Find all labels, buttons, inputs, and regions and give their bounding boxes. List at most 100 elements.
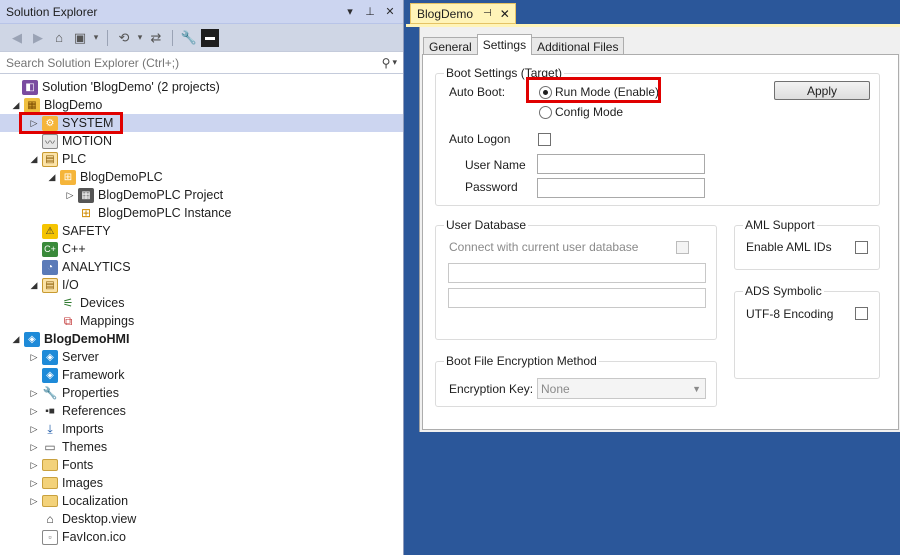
run-mode-label[interactable]: Run Mode (Enable) — [555, 85, 659, 99]
tree-item-label: Localization — [62, 494, 129, 508]
tree-item-label: Images — [62, 476, 103, 490]
tree-item-solution[interactable]: ◧ Solution 'BlogDemo' (2 projects) — [0, 78, 403, 96]
wrench-icon: 🔧 — [42, 386, 58, 400]
tree-item-properties[interactable]: ▷ 🔧 Properties — [0, 384, 403, 402]
tree-item-blogdemoplc[interactable]: ◢ ⊞ BlogDemoPLC — [0, 168, 403, 186]
tree-item-imports[interactable]: ▷ ⤓ Imports — [0, 420, 403, 438]
tree-item-label: SAFETY — [62, 224, 111, 238]
user-name-field[interactable] — [537, 154, 705, 174]
collapse-arrow-icon[interactable]: ◢ — [28, 280, 40, 291]
collapse-arrow-icon[interactable]: ◢ — [10, 100, 22, 111]
project-settings-page: General Settings Additional Files Boot S… — [419, 27, 900, 432]
tree-item-desktop-view[interactable]: ⌂ Desktop.view — [0, 510, 403, 528]
search-icon[interactable]: ⚲ — [382, 56, 391, 70]
group-title: Boot File Encryption Method — [444, 354, 599, 368]
tree-item-label: Themes — [62, 440, 108, 454]
expand-arrow-icon[interactable]: ▷ — [28, 118, 40, 129]
tab-general[interactable]: General — [423, 37, 478, 55]
collapse-arrow-icon[interactable]: ◢ — [28, 154, 40, 165]
tree-item-system[interactable]: ▷ ⚙ SYSTEM — [0, 114, 403, 132]
tree-item-io[interactable]: ◢ ▤ I/O — [0, 276, 403, 294]
cpp-icon: C+ — [42, 241, 58, 257]
expand-arrow-icon[interactable]: ▷ — [28, 352, 40, 363]
connect-user-database-checkbox[interactable] — [676, 241, 689, 254]
password-field[interactable] — [537, 178, 705, 198]
plc-project-icon: ⊞ — [60, 169, 76, 185]
pin-icon[interactable]: ⊥ — [363, 5, 377, 18]
expand-arrow-icon[interactable]: ▷ — [28, 442, 40, 453]
utf8-encoding-checkbox[interactable] — [855, 307, 868, 320]
tab-label: Additional Files — [537, 39, 619, 54]
dropdown-arrow-icon[interactable]: ▾ — [136, 29, 144, 47]
tree-item-localization[interactable]: ▷ Localization — [0, 492, 403, 510]
pin-icon[interactable]: ⊣ — [483, 8, 492, 19]
tree-item-mappings[interactable]: ⧉ Mappings — [0, 312, 403, 330]
back-icon[interactable]: ◀ — [8, 29, 26, 47]
tab-additional-files[interactable]: Additional Files — [531, 37, 625, 55]
tree-item-plc[interactable]: ◢ ▤ PLC — [0, 150, 403, 168]
password-label: Password — [465, 180, 518, 194]
properties-wrench-icon[interactable]: 🔧 — [180, 29, 198, 47]
tree-item-blogdemo[interactable]: ◢ ▦ BlogDemo — [0, 96, 403, 114]
editor-area: BlogDemo ⊣ ✕ General Settings Additional… — [406, 0, 900, 555]
apply-button[interactable]: Apply — [774, 81, 870, 100]
tree-item-favicon[interactable]: ▫ FavIcon.ico — [0, 528, 403, 546]
expand-arrow-icon[interactable]: ▷ — [28, 460, 40, 471]
tree-item-blogdemohmi[interactable]: ◢ ◈ BlogDemoHMI — [0, 330, 403, 348]
tree-item-themes[interactable]: ▷ ▭ Themes — [0, 438, 403, 456]
user-database-field-1[interactable] — [448, 263, 706, 283]
tree-item-label: BlogDemo — [44, 98, 103, 112]
tree-item-analytics[interactable]: ◔ ANALYTICS — [0, 258, 403, 276]
dropdown-icon[interactable]: ▾ — [343, 5, 357, 18]
tree-item-cpp[interactable]: C+ C++ — [0, 240, 403, 258]
tree-item-label: BlogDemoPLC Instance — [98, 206, 232, 220]
switch-views-icon[interactable]: ▣ — [71, 29, 89, 47]
tree-item-label: Solution 'BlogDemo' (2 projects) — [42, 80, 220, 94]
tree-item-framework[interactable]: ◈ Framework — [0, 366, 403, 384]
encryption-key-select[interactable]: None ▼ — [537, 378, 706, 399]
sync-icon[interactable]: ⇄ — [147, 29, 165, 47]
forward-icon[interactable]: ▶ — [29, 29, 47, 47]
devices-icon: ⚟ — [62, 296, 74, 310]
run-mode-radio[interactable] — [539, 86, 552, 99]
dropdown-arrow-icon[interactable]: ▾ — [92, 29, 100, 47]
tree-item-blogdemoplc-project[interactable]: ▷ ▦ BlogDemoPLC Project — [0, 186, 403, 204]
expand-arrow-icon[interactable]: ▷ — [28, 406, 40, 417]
tree-item-label: Devices — [80, 296, 125, 310]
motion-icon: 〰 — [42, 133, 58, 149]
tree-item-references[interactable]: ▷ ▪■ References — [0, 402, 403, 420]
collapse-arrow-icon[interactable]: ◢ — [10, 334, 22, 345]
close-icon[interactable]: ✕ — [383, 5, 397, 18]
connect-user-database-label: Connect with current user database — [449, 240, 639, 254]
document-tab-label: BlogDemo — [417, 6, 474, 21]
search-input[interactable] — [6, 55, 382, 70]
tree-item-safety[interactable]: ⚠ SAFETY — [0, 222, 403, 240]
tree-item-images[interactable]: ▷ Images — [0, 474, 403, 492]
tree-item-blogdemoplc-instance[interactable]: ⊞ BlogDemoPLC Instance — [0, 204, 403, 222]
tree-item-motion[interactable]: 〰 MOTION — [0, 132, 403, 150]
expand-arrow-icon[interactable]: ▷ — [28, 424, 40, 435]
tab-settings[interactable]: Settings — [476, 34, 533, 55]
ads-symbolic-group: ADS Symbolic UTF-8 Encoding — [734, 284, 880, 379]
collapse-arrow-icon[interactable]: ◢ — [46, 172, 58, 183]
pending-changes-icon[interactable]: ⟲ — [115, 29, 133, 47]
config-mode-radio[interactable] — [539, 106, 552, 119]
user-database-field-2[interactable] — [448, 288, 706, 308]
auto-logon-checkbox[interactable] — [538, 133, 551, 146]
tree-item-devices[interactable]: ⚟ Devices — [0, 294, 403, 312]
expand-arrow-icon[interactable]: ▷ — [28, 496, 40, 507]
enable-aml-ids-checkbox[interactable] — [855, 241, 868, 254]
tree-item-server[interactable]: ▷ ◈ Server — [0, 348, 403, 366]
close-icon[interactable]: ✕ — [500, 7, 510, 21]
expand-arrow-icon[interactable]: ▷ — [28, 478, 40, 489]
search-options-icon[interactable]: ▾ — [392, 57, 397, 68]
preview-icon[interactable]: ▬ — [201, 28, 219, 47]
tree-item-label: BlogDemoPLC Project — [98, 188, 224, 202]
home-icon[interactable]: ⌂ — [50, 29, 68, 47]
expand-arrow-icon[interactable]: ▷ — [64, 190, 76, 201]
document-tab-blogdemo[interactable]: BlogDemo ⊣ ✕ — [410, 3, 516, 24]
tree-item-fonts[interactable]: ▷ Fonts — [0, 456, 403, 474]
expand-arrow-icon[interactable]: ▷ — [28, 388, 40, 399]
config-mode-label[interactable]: Config Mode — [555, 105, 623, 119]
server-icon: ◈ — [42, 349, 58, 365]
